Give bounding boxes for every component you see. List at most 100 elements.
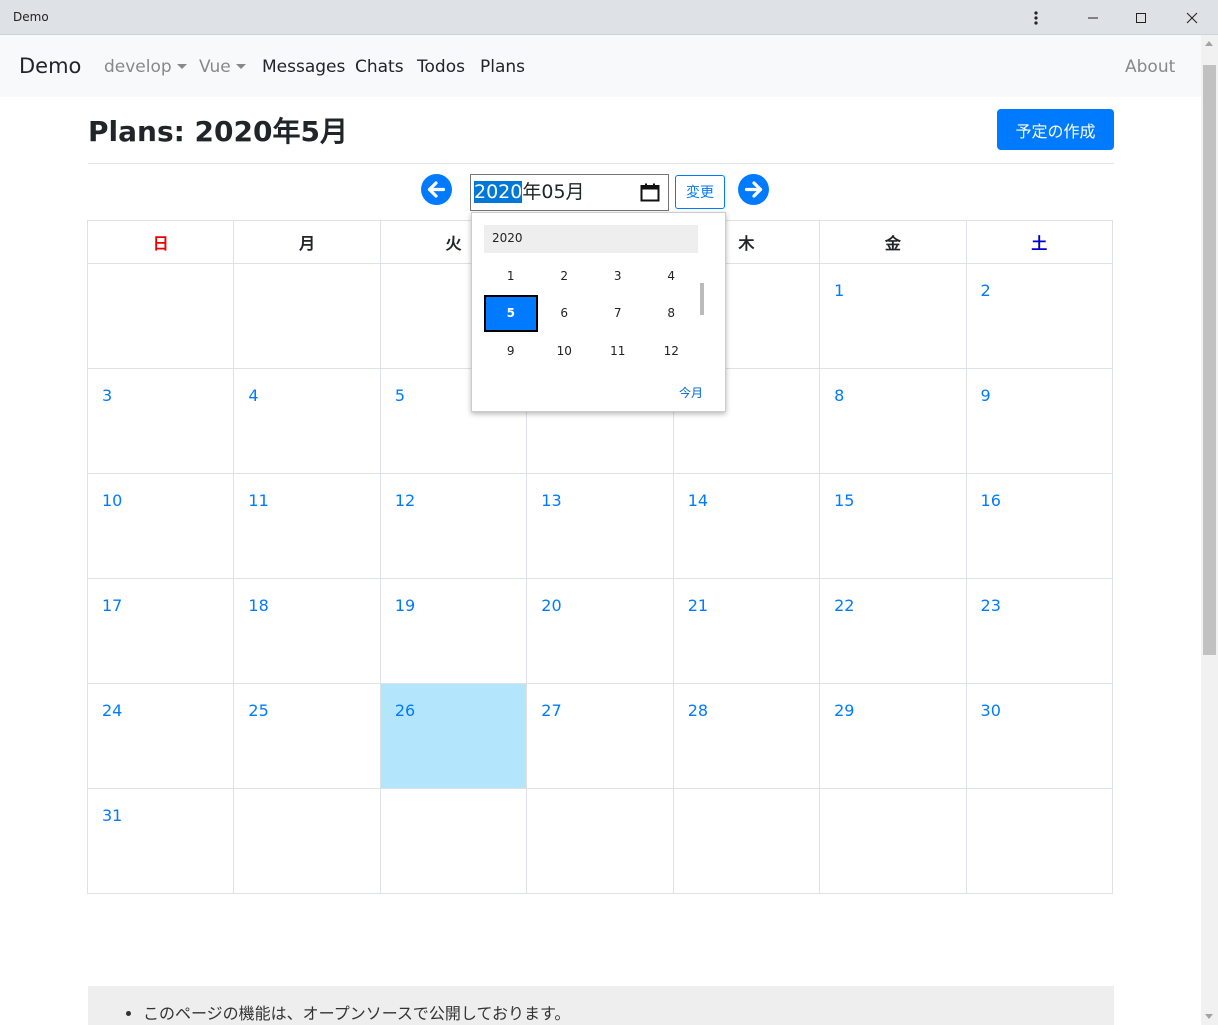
calendar-day-link[interactable]: 10 (88, 474, 233, 510)
calendar-day-link[interactable]: 4 (234, 369, 379, 405)
calendar-day-cell[interactable]: 26 (379, 683, 528, 789)
weekday-header: 土 (965, 220, 1114, 264)
calendar-day-link[interactable]: 8 (820, 369, 965, 405)
nav-item-chats[interactable]: Chats (355, 57, 404, 77)
picker-month-option[interactable]: 10 (538, 332, 592, 370)
calendar-day-link[interactable]: 31 (88, 789, 233, 825)
calendar-day-link[interactable]: 24 (88, 684, 233, 720)
scroll-up-icon[interactable] (1205, 41, 1213, 46)
calendar-day-link[interactable]: 13 (527, 474, 672, 510)
window-title: Demo (13, 10, 49, 24)
minimize-icon[interactable] (1067, 0, 1119, 35)
picker-month-option[interactable]: 8 (645, 295, 699, 333)
calendar-day-link[interactable]: 26 (381, 684, 526, 720)
weekday-header: 月 (233, 220, 381, 264)
calendar-day-link[interactable]: 27 (527, 684, 672, 720)
calendar-day-link[interactable]: 15 (820, 474, 965, 510)
calendar-day-cell[interactable]: 9 (965, 368, 1114, 474)
calendar-day-link[interactable]: 22 (820, 579, 965, 615)
calendar-day-link[interactable]: 3 (88, 369, 233, 405)
picker-month-option[interactable]: 1 (484, 257, 538, 295)
calendar-day-link[interactable]: 25 (234, 684, 379, 720)
calendar-day-cell[interactable]: 22 (819, 578, 967, 684)
page-scrollbar[interactable] (1201, 35, 1218, 1025)
maximize-icon[interactable] (1115, 0, 1167, 35)
change-month-button[interactable]: 変更 (675, 175, 725, 209)
calendar-day-cell[interactable]: 19 (379, 578, 528, 684)
picker-month-option[interactable]: 11 (591, 332, 645, 370)
calendar-day-cell[interactable]: 8 (819, 368, 967, 474)
prev-month-button[interactable] (421, 174, 452, 205)
picker-year[interactable]: 2020 (484, 225, 698, 253)
arrow-right-circle-icon (744, 181, 763, 198)
next-month-button[interactable] (738, 174, 769, 205)
calendar-day-cell[interactable]: 29 (819, 683, 967, 789)
calendar-day-cell[interactable]: 21 (672, 578, 821, 684)
calendar-day-link[interactable]: 30 (967, 684, 1112, 720)
calendar-day-cell[interactable]: 10 (86, 473, 235, 579)
nav-item-todos[interactable]: Todos (417, 57, 465, 77)
picker-month-option[interactable]: 4 (645, 257, 699, 295)
calendar-day-link[interactable]: 21 (674, 579, 819, 615)
month-input[interactable]: 2020年05月 (470, 174, 669, 211)
nav-dropdown-develop[interactable]: develop (104, 57, 187, 77)
scroll-down-icon[interactable] (1205, 1014, 1213, 1019)
calendar-day-cell[interactable]: 2 (965, 263, 1114, 369)
calendar-day-cell[interactable]: 31 (86, 788, 235, 894)
calendar-day-cell[interactable]: 24 (86, 683, 235, 789)
calendar-day-cell[interactable]: 30 (965, 683, 1114, 789)
close-icon[interactable] (1166, 0, 1218, 35)
picker-month-option[interactable]: 5 (484, 294, 538, 332)
picker-month-option[interactable]: 6 (538, 295, 592, 333)
calendar-day-cell[interactable]: 27 (526, 683, 674, 789)
more-vert-icon[interactable] (1010, 0, 1062, 35)
calendar-day-cell[interactable]: 28 (672, 683, 821, 789)
calendar-day-cell[interactable]: 1 (819, 263, 967, 369)
calendar-day-cell[interactable]: 3 (86, 368, 235, 474)
calendar-day-cell[interactable]: 17 (86, 578, 235, 684)
calendar-day-link[interactable]: 28 (674, 684, 819, 720)
picker-month-option[interactable]: 7 (591, 295, 645, 333)
calendar-icon[interactable] (640, 183, 660, 202)
calendar-day-link[interactable]: 12 (381, 474, 526, 510)
calendar-day-link[interactable]: 1 (820, 264, 965, 300)
calendar-day-cell[interactable]: 16 (965, 473, 1114, 579)
calendar-day-link[interactable]: 29 (820, 684, 965, 720)
calendar-day-link[interactable]: 17 (88, 579, 233, 615)
calendar-day-cell[interactable]: 23 (965, 578, 1114, 684)
calendar-day-link[interactable]: 11 (234, 474, 379, 510)
calendar-day-link[interactable]: 19 (381, 579, 526, 615)
nav-item-about[interactable]: About (1125, 57, 1175, 77)
calendar-day-cell[interactable]: 12 (379, 473, 528, 579)
calendar-day-link[interactable]: 23 (967, 579, 1112, 615)
create-plan-button[interactable]: 予定の作成 (997, 109, 1114, 150)
picker-month-option[interactable]: 12 (645, 332, 699, 370)
calendar-day-link[interactable]: 2 (967, 264, 1112, 300)
nav-item-messages[interactable]: Messages (262, 57, 345, 77)
calendar-day-cell[interactable]: 18 (233, 578, 381, 684)
calendar-day-cell[interactable]: 11 (233, 473, 381, 579)
calendar-day-link[interactable]: 18 (234, 579, 379, 615)
calendar-day-link[interactable]: 14 (674, 474, 819, 510)
picker-month-grid: 1 2 3 4 5 6 7 8 9 10 11 12 (484, 257, 698, 370)
calendar-day-cell[interactable]: 4 (233, 368, 381, 474)
nav-item-plans[interactable]: Plans (480, 57, 525, 77)
calendar-day-link[interactable]: 16 (967, 474, 1112, 510)
picker-scrollbar[interactable] (700, 283, 704, 315)
nav-item-label: develop (104, 57, 172, 77)
navbar-brand[interactable]: Demo (19, 54, 81, 78)
nav-dropdown-vue[interactable]: Vue (199, 57, 246, 77)
picker-month-option[interactable]: 2 (538, 257, 592, 295)
calendar-day-cell[interactable]: 20 (526, 578, 674, 684)
calendar-week-row: 10 11 12 13 14 15 16 (86, 473, 1114, 579)
calendar-day-cell[interactable]: 15 (819, 473, 967, 579)
this-month-button[interactable]: 今月 (679, 384, 703, 401)
calendar-day-cell[interactable]: 13 (526, 473, 674, 579)
calendar-day-link[interactable]: 9 (967, 369, 1112, 405)
picker-month-option[interactable]: 3 (591, 257, 645, 295)
scrollbar-thumb[interactable] (1203, 65, 1216, 655)
calendar-day-cell[interactable]: 25 (233, 683, 381, 789)
calendar-day-cell[interactable]: 14 (672, 473, 821, 579)
picker-month-option[interactable]: 9 (484, 332, 538, 370)
calendar-day-link[interactable]: 20 (527, 579, 672, 615)
